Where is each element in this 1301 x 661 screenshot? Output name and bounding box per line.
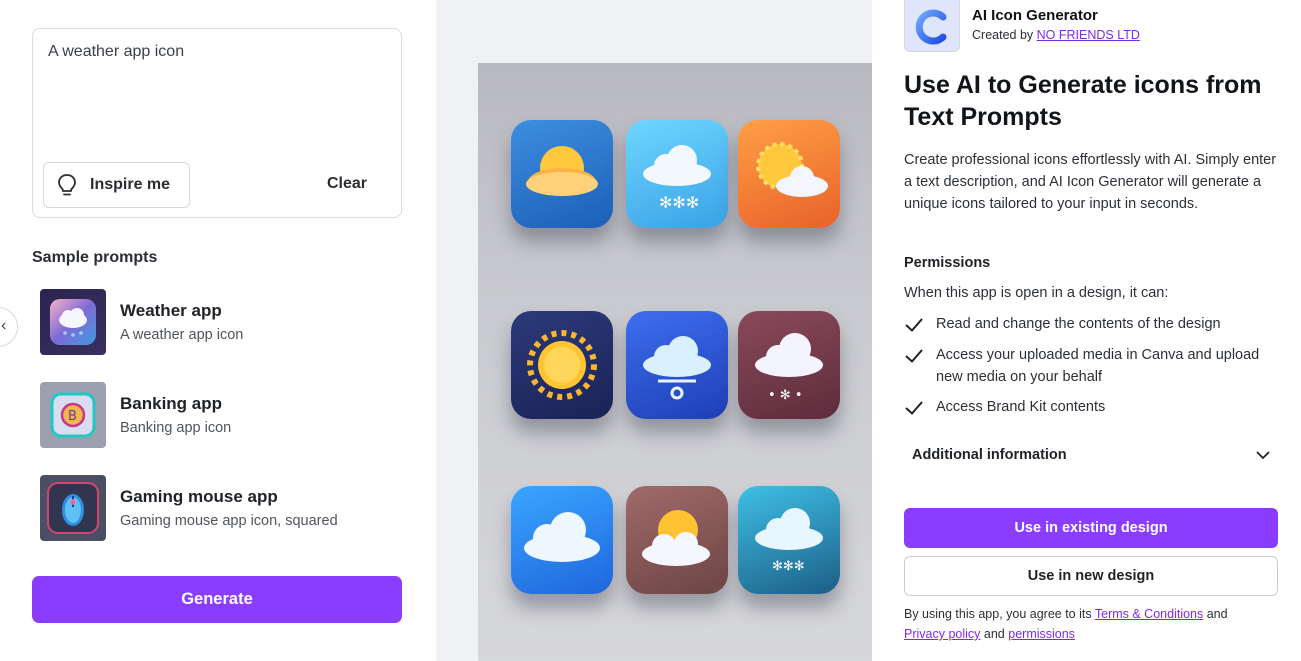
weather-thumbnail bbox=[40, 289, 106, 355]
creator-link[interactable]: NO FRIENDS LTD bbox=[1037, 28, 1140, 42]
permissions-link[interactable]: permissions bbox=[1008, 627, 1075, 641]
lightbulb-icon bbox=[58, 174, 76, 196]
legal-and: and bbox=[1206, 607, 1228, 621]
additional-information-toggle[interactable]: Additional information bbox=[904, 436, 1278, 474]
inspire-me-label: Inspire me bbox=[90, 176, 171, 193]
created-by-label: Created by bbox=[972, 28, 1034, 42]
permission-item: Read and change the contents of the desi… bbox=[904, 313, 1284, 335]
sun-cloud-icon bbox=[626, 486, 728, 594]
sample-prompt-weather[interactable]: Weather app A weather app icon bbox=[40, 289, 400, 355]
app-logo bbox=[904, 0, 960, 52]
additional-information-label: Additional information bbox=[912, 447, 1067, 463]
permission-text: Access your uploaded media in Canva and … bbox=[936, 347, 1260, 385]
chevron-left-icon: ‹ bbox=[1, 317, 7, 334]
legal-prefix: By using this app, you agree to its bbox=[904, 607, 1092, 621]
app-name: AI Icon Generator bbox=[972, 7, 1098, 24]
app-description: Create professional icons effortlessly w… bbox=[904, 152, 1277, 212]
use-in-existing-design-button[interactable]: Use in existing design bbox=[904, 508, 1278, 548]
checkmark-icon bbox=[905, 349, 923, 363]
legal-notice: By using this app, you agree to its Term… bbox=[904, 604, 1284, 644]
sample-title: Banking app bbox=[120, 394, 223, 413]
preview-panel: ✻✻✻ • ✻ • ✻✻✻ bbox=[436, 0, 872, 661]
use-in-new-design-button[interactable]: Use in new design bbox=[904, 556, 1278, 596]
svg-text:• ✻ •: • ✻ • bbox=[768, 388, 803, 403]
sample-subtitle: A weather app icon bbox=[120, 327, 244, 343]
legal-and: and bbox=[983, 627, 1005, 641]
terms-link[interactable]: Terms & Conditions bbox=[1095, 607, 1203, 621]
gaming-mouse-thumbnail bbox=[40, 475, 106, 541]
sample-subtitle: Banking app icon bbox=[120, 420, 232, 436]
privacy-policy-link[interactable]: Privacy policy bbox=[904, 627, 980, 641]
generate-button[interactable]: Generate bbox=[32, 576, 402, 623]
prompt-textarea[interactable]: A weather app icon Inspire me Clear bbox=[32, 28, 402, 218]
page-title: Use AI to Generate icons from Text Promp… bbox=[904, 71, 1262, 131]
cloud-snow-icon: • ✻ • bbox=[738, 311, 840, 419]
permissions-intro: When this app is open in a design, it ca… bbox=[904, 285, 1169, 301]
sun-cloud-icon bbox=[738, 120, 840, 228]
prompt-text[interactable]: A weather app icon bbox=[48, 43, 184, 61]
creator-line: Created by NO FRIENDS LTD bbox=[972, 28, 1140, 42]
clear-button[interactable]: Clear bbox=[327, 175, 367, 193]
app-info-panel: AI Icon Generator Created by NO FRIENDS … bbox=[872, 0, 1301, 661]
collapse-panel-button[interactable]: ‹ bbox=[0, 307, 18, 347]
permissions-title: Permissions bbox=[904, 255, 991, 271]
permission-text: Access Brand Kit contents bbox=[936, 399, 1106, 415]
svg-text:B: B bbox=[68, 409, 77, 424]
sample-title: Weather app bbox=[120, 301, 222, 320]
permission-text: Read and change the contents of the desi… bbox=[936, 316, 1221, 332]
cloud-snow-icon: ✻✻✻ bbox=[626, 120, 728, 228]
sun-cloud-icon bbox=[511, 120, 613, 228]
banking-thumbnail: B bbox=[40, 382, 106, 448]
svg-text:✻✻✻: ✻✻✻ bbox=[772, 559, 805, 574]
svg-text:✻✻✻: ✻✻✻ bbox=[659, 193, 699, 212]
inspire-me-button[interactable]: Inspire me bbox=[43, 162, 190, 208]
prompt-panel: A weather app icon Inspire me Clear Samp… bbox=[0, 0, 436, 661]
preview-image: ✻✻✻ • ✻ • ✻✻✻ bbox=[478, 63, 872, 661]
sample-title: Gaming mouse app bbox=[120, 487, 278, 506]
cloud-icon bbox=[511, 486, 613, 594]
checkmark-icon bbox=[905, 401, 923, 415]
checkmark-icon bbox=[905, 318, 923, 332]
permission-item: Access your uploaded media in Canva and … bbox=[904, 344, 1284, 388]
cloud-snow-icon: ✻✻✻ bbox=[738, 486, 840, 594]
cloud-icon bbox=[626, 311, 728, 419]
permission-item: Access Brand Kit contents bbox=[904, 396, 1284, 418]
chevron-down-icon bbox=[1256, 451, 1270, 460]
sample-prompt-banking[interactable]: B Banking app Banking app icon bbox=[40, 382, 400, 448]
sample-prompt-gaming-mouse[interactable]: Gaming mouse app Gaming mouse app icon, … bbox=[40, 475, 400, 541]
sample-subtitle: Gaming mouse app icon, squared bbox=[120, 513, 338, 529]
sun-icon bbox=[511, 311, 613, 419]
sample-prompts-title: Sample prompts bbox=[32, 249, 158, 266]
